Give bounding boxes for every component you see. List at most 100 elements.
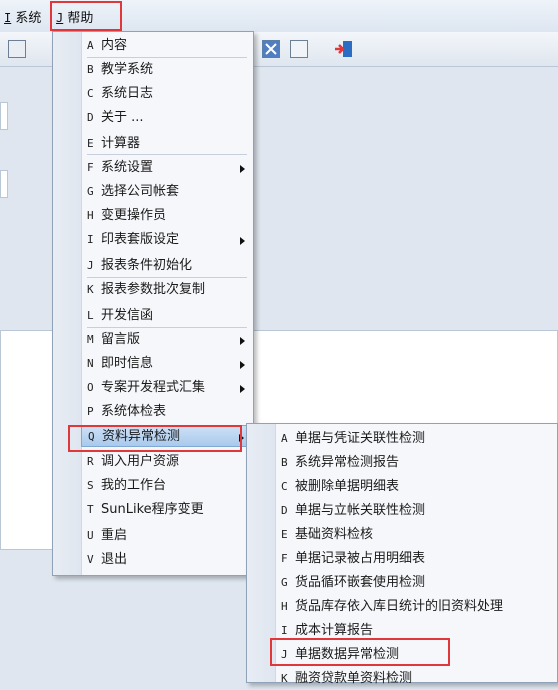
submenu-item-label: 货品库存依入库日统计的旧资料处理 [295,599,504,614]
copy-icon[interactable] [8,40,26,58]
selected-subitem-highlight-box [270,638,450,666]
menu-item-label: 即时信息 [101,356,154,371]
submenu-item-label: 融资贷款单资料检测 [295,671,413,686]
menu-system-label: 系统 [15,11,42,26]
help-menu: A 内容 B 教学系统 C 系统日志 D 关于 ... E 计算器 F 系统设置 G 选择公司帐套 H 变更操… [52,31,254,576]
menu-item-key: C [87,87,94,100]
submenu-item-g[interactable]: G 货品循环嵌套使用检测 [275,572,557,594]
submenu-item-b[interactable]: B 系统异常检测报告 [275,452,557,474]
submenu-item-label: 系统异常检测报告 [295,455,400,470]
submenu-item-key: H [281,600,288,613]
help-menu-item-s[interactable]: S 我的工作台 [81,475,253,497]
menu-item-key: P [87,405,94,418]
submenu-item-a[interactable]: A 单据与凭证关联性检测 [275,428,557,450]
submenu-arrow-icon [240,165,245,173]
help-menu-item-c[interactable]: C 系统日志 [81,83,253,105]
active-item-highlight-box [68,425,242,452]
menu-system-key: I [4,11,12,25]
help-menu-item-v[interactable]: V 退出 [81,549,253,571]
menu-item-label: 内容 [101,38,128,53]
menu-bar: I 系统 J 帮助 [0,0,558,33]
menu-item-key: R [87,455,94,468]
menu-item-label: 专案开发程式汇集 [101,380,206,395]
bg-field [0,170,8,198]
menu-item-key: S [87,479,94,492]
menu-item-label: SunLike程序变更 [101,502,204,517]
menu-item-label: 我的工作台 [101,478,167,493]
submenu-arrow-icon [240,385,245,393]
help-menu-item-u[interactable]: U 重启 [81,525,253,547]
submenu-item-k[interactable]: K 融资贷款单资料检测 [275,668,557,690]
submenu-item-h[interactable]: H 货品库存依入库日统计的旧资料处理 [275,596,557,618]
menu-item-key: E [87,137,94,150]
help-menu-item-i[interactable]: I 印表套版设定 [81,229,253,251]
submenu-item-key: A [281,432,288,445]
help-menu-item-n[interactable]: N 即时信息 [81,353,253,375]
submenu-item-label: 成本计算报告 [295,623,374,638]
help-menu-item-m[interactable]: M 留言版 [81,329,253,351]
menu-item-label: 关于 ... [101,110,144,125]
submenu-item-label: 单据记录被占用明细表 [295,551,426,566]
help-menu-item-f[interactable]: F 系统设置 [81,157,253,179]
help-menu-item-e[interactable]: E 计算器 [81,133,253,155]
menu-item-label: 教学系统 [101,62,154,77]
menu-item-label: 调入用户资源 [101,454,180,469]
menu-system[interactable]: I 系统 [4,7,41,26]
menu-item-key: T [87,503,94,516]
submenu-item-label: 单据与立帐关联性检测 [295,503,426,518]
help-menu-item-r[interactable]: R 调入用户资源 [81,451,253,473]
menu-item-label: 退出 [101,552,128,567]
exit-icon[interactable] [334,39,352,57]
menu-separator [87,327,247,328]
menu-item-label: 计算器 [101,136,141,151]
submenu-item-c[interactable]: C 被删除单据明细表 [275,476,557,498]
menu-item-label: 开发信函 [101,308,154,323]
submenu-item-label: 货品循环嵌套使用检测 [295,575,426,590]
submenu-item-f[interactable]: F 单据记录被占用明细表 [275,548,557,570]
help-menu-item-o[interactable]: O 专案开发程式汇集 [81,377,253,399]
submenu-arrow-icon [240,337,245,345]
submenu-item-key: C [281,480,288,493]
menu-item-key: L [87,309,94,322]
menu-item-key: D [87,111,94,124]
submenu-item-e[interactable]: E 基础资料检核 [275,524,557,546]
submenu-item-label: 被删除单据明细表 [295,479,400,494]
menu-item-key: J [87,259,94,272]
submenu-item-label: 基础资料检核 [295,527,374,542]
help-menu-item-t[interactable]: T SunLike程序变更 [81,499,253,521]
menu-item-label: 留言版 [101,332,141,347]
submenu-item-d[interactable]: D 单据与立帐关联性检测 [275,500,557,522]
menu-item-label: 重启 [101,528,128,543]
help-menu-item-g[interactable]: G 选择公司帐套 [81,181,253,203]
menu-item-label: 报表参数批次复制 [101,282,206,297]
menu-item-label: 系统设置 [101,160,154,175]
menu-item-key: A [87,39,94,52]
menu-item-key: K [87,283,94,296]
help-menu-item-p[interactable]: P 系统体检表 [81,401,253,423]
close-window-icon[interactable] [262,40,280,58]
menu-item-key: G [87,185,94,198]
help-menu-item-j[interactable]: J 报表条件初始化 [81,255,253,277]
submenu-item-key: G [281,576,288,589]
menu-item-label: 选择公司帐套 [101,184,180,199]
menu-gutter [53,32,82,575]
menu-item-label: 系统体检表 [101,404,167,419]
submenu-item-key: F [281,552,288,565]
help-menu-item-l[interactable]: L 开发信函 [81,305,253,327]
menu-item-label: 系统日志 [101,86,154,101]
bg-field [0,102,8,130]
menu-separator [87,277,247,278]
menu-item-key: M [87,333,94,346]
submenu-item-label: 单据与凭证关联性检测 [295,431,426,446]
menu-separator [87,57,247,58]
window-switch-icon[interactable] [290,40,308,58]
help-menu-item-k[interactable]: K 报表参数批次复制 [81,279,253,301]
menu-item-key: U [87,529,94,542]
submenu-item-key: E [281,528,288,541]
menu-item-key: V [87,553,94,566]
help-menu-item-b[interactable]: B 教学系统 [81,59,253,81]
menu-item-key: N [87,357,94,370]
help-menu-item-a[interactable]: A 内容 [81,35,253,57]
help-menu-item-d[interactable]: D 关于 ... [81,107,253,129]
help-menu-item-h[interactable]: H 变更操作员 [81,205,253,227]
